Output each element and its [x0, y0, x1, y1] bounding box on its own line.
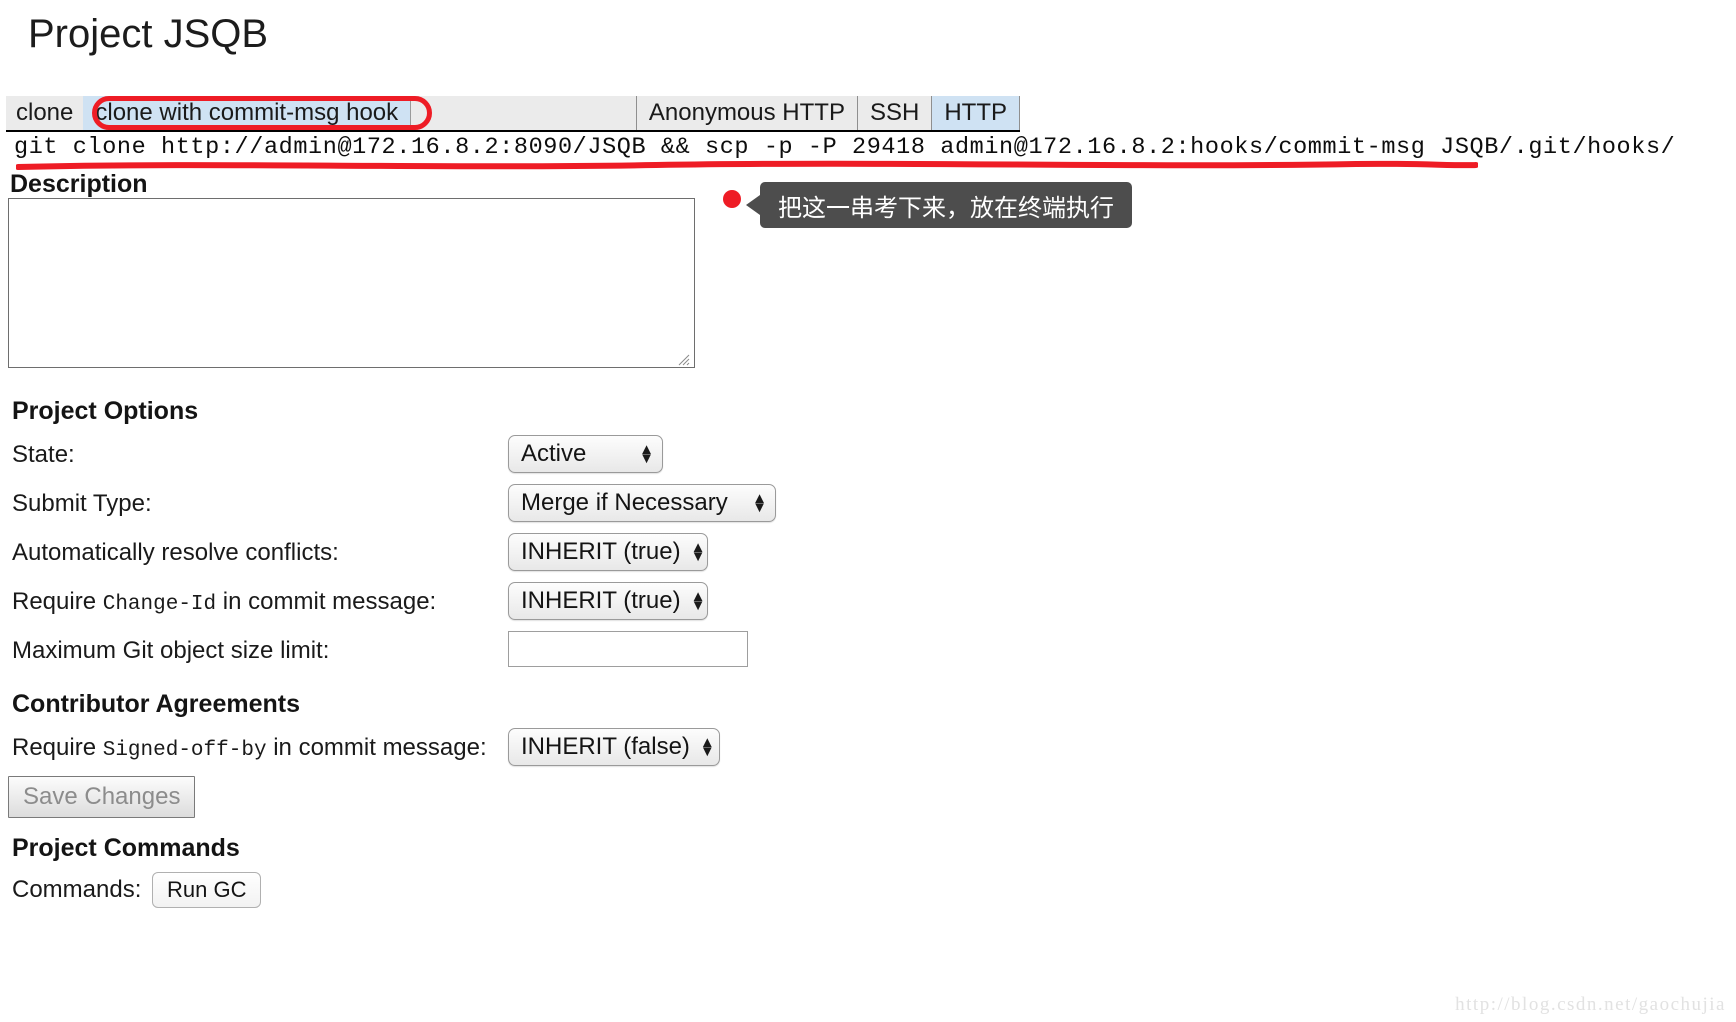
- require-change-id-select[interactable]: INHERIT (true) ▲ ▼: [508, 582, 708, 620]
- commands-label: Commands:: [12, 876, 142, 903]
- watermark: http://blog.csdn.net/gaochujia: [1455, 994, 1726, 1015]
- scheme-ssh[interactable]: SSH: [858, 96, 933, 130]
- row-require-change-id-label: Require Change-Id in commit message:: [12, 588, 436, 616]
- row-max-object-size: Maximum Git object size limit:: [12, 631, 329, 671]
- annotation-underline: [16, 160, 1478, 170]
- annotation-dot-icon: [723, 190, 741, 208]
- submit-type-select-value: Merge if Necessary: [521, 489, 728, 516]
- clone-command-with-hook[interactable]: clone with commit-msg hook: [83, 96, 412, 130]
- require-signed-off-by-select[interactable]: INHERIT (false) ▲ ▼: [508, 728, 720, 766]
- require-change-id-suffix: in commit message:: [216, 588, 437, 615]
- stepper-arrows-icon: ▲ ▼: [690, 538, 706, 565]
- save-changes-button[interactable]: Save Changes: [8, 776, 196, 818]
- project-commands-heading: Project Commands: [12, 834, 240, 862]
- change-id-token: Change-Id: [102, 593, 217, 616]
- require-change-id-prefix: Require: [12, 588, 103, 615]
- contributor-agreements-heading: Contributor Agreements: [12, 690, 300, 718]
- clone-bar-spacer: [411, 96, 636, 130]
- stepper-arrows-icon: ▲ ▼: [690, 587, 706, 614]
- auto-resolve-conflicts-value: INHERIT (true): [521, 538, 681, 565]
- clone-command-plain[interactable]: clone: [6, 96, 83, 130]
- row-require-signed-off-by: Require Signed-off-by in commit message:: [12, 728, 487, 768]
- row-auto-resolve-conflicts-label: Automatically resolve conflicts:: [12, 539, 339, 566]
- signed-off-by-token: Signed-off-by: [102, 739, 267, 762]
- require-change-id-value: INHERIT (true): [521, 587, 681, 614]
- stepper-arrows-icon: ▲ ▼: [752, 489, 767, 516]
- max-object-size-input[interactable]: [508, 631, 748, 667]
- require-signed-off-suffix: in commit message:: [266, 734, 487, 761]
- stepper-arrows-icon: ▲ ▼: [639, 440, 654, 467]
- page-title: Project JSQB: [28, 12, 269, 56]
- submit-type-select[interactable]: Merge if Necessary ▲ ▼: [508, 484, 776, 522]
- scheme-http[interactable]: HTTP: [932, 96, 1020, 130]
- row-submit-type-label: Submit Type:: [12, 490, 152, 517]
- row-max-object-size-label: Maximum Git object size limit:: [12, 637, 330, 664]
- row-auto-resolve-conflicts: Automatically resolve conflicts:: [12, 533, 339, 573]
- require-signed-off-prefix: Require: [12, 734, 103, 761]
- project-options-heading: Project Options: [12, 397, 199, 425]
- run-gc-button[interactable]: Run GC: [152, 872, 262, 908]
- clone-command-group: clone clone with commit-msg hook: [6, 96, 412, 130]
- git-clone-command-text[interactable]: git clone http://admin@172.16.8.2:8090/J…: [14, 134, 1675, 161]
- row-state-label: State:: [12, 441, 75, 468]
- auto-resolve-conflicts-select[interactable]: INHERIT (true) ▲ ▼: [508, 533, 708, 571]
- state-select-value: Active: [521, 440, 587, 467]
- description-label: Description: [10, 170, 148, 198]
- annotation-callout: 把这一串考下来，放在终端执行: [746, 182, 1132, 228]
- row-commands: Commands:: [12, 870, 141, 910]
- row-submit-type: Submit Type:: [12, 484, 152, 524]
- scheme-group: Anonymous HTTP SSH HTTP: [635, 96, 1020, 130]
- state-select[interactable]: Active ▲ ▼: [508, 435, 663, 473]
- stepper-arrows-icon: ▲ ▼: [699, 733, 715, 760]
- clone-command-bar: clone clone with commit-msg hook Anonymo…: [6, 96, 1020, 132]
- row-require-change-id: Require Change-Id in commit message:: [12, 582, 436, 622]
- require-signed-off-by-value: INHERIT (false): [521, 733, 690, 760]
- row-require-signed-off-by-label: Require Signed-off-by in commit message:: [12, 734, 487, 762]
- description-input[interactable]: [8, 198, 695, 368]
- row-state: State:: [12, 435, 75, 475]
- scheme-anonymous-http[interactable]: Anonymous HTTP: [635, 96, 858, 130]
